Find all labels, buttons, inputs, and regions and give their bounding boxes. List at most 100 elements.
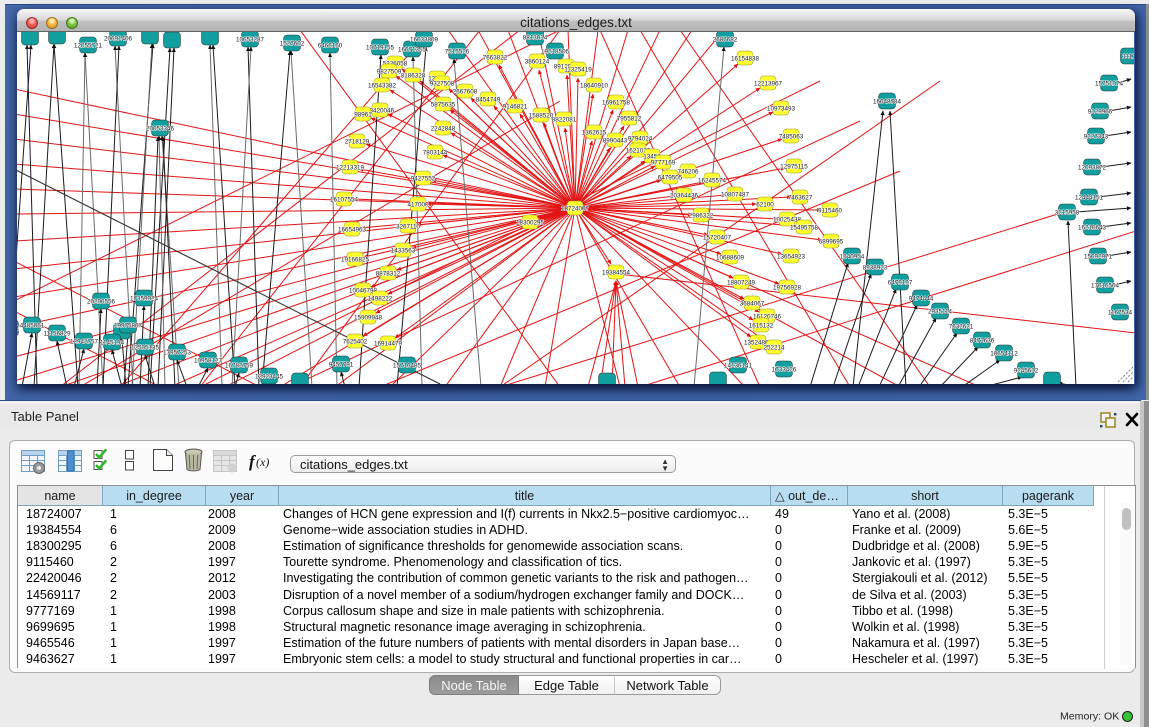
svg-text:9427552: 9427552 [411, 176, 436, 183]
svg-text:7463627: 7463627 [788, 195, 813, 202]
svg-text:16154838: 16154838 [731, 56, 760, 63]
svg-text:9245612: 9245612 [1014, 368, 1039, 375]
svg-text:10653287: 10653287 [236, 37, 265, 44]
svg-text:16671355: 16671355 [398, 47, 427, 54]
svg-text:8186328: 8186328 [401, 73, 426, 80]
svg-text:15909948: 15909948 [354, 315, 383, 322]
svg-text:10688609: 10688609 [716, 255, 745, 262]
svg-text:1433563: 1433563 [391, 248, 416, 255]
svg-text:1527602: 1527602 [280, 41, 305, 48]
svg-text:15751074: 15751074 [1095, 81, 1124, 88]
svg-text:8454749: 8454749 [476, 97, 501, 104]
svg-text:20206556: 20206556 [87, 299, 116, 306]
svg-text:8813014: 8813014 [523, 35, 548, 42]
svg-text:6466160: 6466160 [318, 43, 343, 50]
svg-text:1145194: 1145194 [100, 340, 125, 347]
svg-text:9129966: 9129966 [1088, 109, 1113, 116]
svg-text:10654112: 10654112 [990, 351, 1018, 358]
svg-text:98961: 98961 [354, 112, 372, 119]
svg-text:19384554: 19384554 [602, 270, 631, 277]
svg-text:3267110: 3267110 [396, 224, 421, 231]
svg-text:10973493: 10973493 [767, 106, 796, 113]
svg-text:5875635: 5875635 [431, 102, 456, 109]
svg-text:2687682: 2687682 [713, 37, 738, 44]
svg-text:12923445: 12923445 [255, 374, 284, 381]
svg-text:252214: 252214 [763, 345, 785, 352]
svg-text:7515526: 7515526 [445, 49, 470, 56]
svg-text:19218506: 19218506 [541, 49, 570, 56]
svg-text:(x): (x) [256, 455, 269, 469]
svg-text:6479197: 6479197 [888, 280, 913, 287]
svg-text:9457791: 9457791 [329, 362, 354, 369]
svg-text:12942757: 12942757 [70, 339, 99, 346]
svg-text:7625402: 7625402 [343, 339, 368, 346]
svg-text:13654923: 13654923 [777, 254, 806, 261]
svg-text:12975115: 12975115 [780, 164, 808, 171]
svg-text:17016504: 17016504 [1091, 283, 1120, 290]
svg-text:8990443: 8990443 [603, 138, 628, 145]
svg-text:20691406: 20691406 [104, 36, 133, 43]
svg-text:7485063: 7485063 [779, 134, 804, 141]
svg-text:3215958: 3215958 [1055, 210, 1080, 217]
svg-text:12055721: 12055721 [74, 43, 103, 50]
svg-text:9146821: 9146821 [503, 104, 528, 111]
svg-text:417000: 417000 [407, 202, 429, 209]
svg-text:12213319: 12213319 [336, 165, 365, 172]
svg-text:8938923: 8938923 [863, 265, 888, 272]
svg-text:9474444: 9474444 [909, 296, 934, 303]
svg-text:11325419: 11325419 [564, 67, 592, 74]
svg-text:9327508: 9327508 [430, 81, 455, 88]
svg-text:16914479: 16914479 [374, 341, 403, 348]
svg-text:16245574: 16245574 [698, 178, 727, 185]
svg-text:3860124: 3860124 [525, 59, 550, 66]
svg-text:19975867: 19975867 [114, 323, 143, 330]
svg-text:62100: 62100 [756, 202, 774, 209]
svg-text:18640910: 18640910 [580, 83, 609, 90]
svg-text:4485061: 4485061 [20, 323, 45, 330]
svg-text:9794024: 9794024 [628, 136, 653, 143]
svg-text:14136141: 14136141 [724, 363, 753, 370]
svg-text:15720407: 15720407 [703, 235, 732, 242]
svg-text:15716485: 15716485 [393, 363, 422, 370]
svg-text:2242848: 2242848 [431, 126, 456, 133]
svg-text:12093872: 12093872 [1078, 165, 1107, 172]
svg-text:10958127: 10958127 [194, 358, 223, 365]
svg-text:16648784: 16648784 [873, 99, 902, 106]
svg-text:8878312: 8878312 [376, 271, 401, 278]
svg-text:7663822: 7663822 [483, 55, 508, 62]
svg-text:9115460: 9115460 [818, 208, 843, 215]
svg-text:16543382: 16543382 [368, 83, 397, 90]
svg-text:1498222: 1498222 [368, 296, 393, 303]
svg-text:9777169: 9777169 [651, 160, 676, 167]
svg-text:20053346: 20053346 [146, 126, 175, 133]
svg-text:16033809: 16033809 [410, 37, 439, 44]
svg-text:19756928: 19756928 [773, 285, 802, 292]
svg-text:2667608: 2667608 [453, 89, 478, 96]
svg-text:1588520: 1588520 [529, 113, 554, 120]
svg-text:12505135: 12505135 [131, 345, 160, 352]
svg-text:1733426: 1733426 [772, 367, 797, 374]
svg-text:7632621: 7632621 [949, 324, 974, 331]
svg-text:1167534: 1167534 [1108, 310, 1133, 317]
svg-text:16107554: 16107554 [330, 197, 359, 204]
svg-text:20364436: 20364436 [670, 193, 699, 200]
svg-text:16210643: 16210643 [1078, 225, 1107, 232]
svg-text:9827509: 9827509 [377, 69, 402, 76]
svg-text:15692971: 15692971 [1084, 254, 1113, 261]
svg-text:19166825: 19166825 [341, 257, 370, 264]
svg-text:1640954: 1640954 [840, 254, 865, 261]
svg-text:12444151: 12444151 [1075, 195, 1104, 202]
svg-text:1117: 1117 [1122, 54, 1134, 61]
svg-text:16782759: 16782759 [225, 363, 254, 370]
svg-text:2935114: 2935114 [928, 309, 953, 316]
svg-text:18300295: 18300295 [516, 220, 545, 227]
svg-text:12213967: 12213967 [754, 81, 783, 88]
svg-text:9227343: 9227343 [1084, 134, 1109, 141]
svg-text:2986322: 2986322 [689, 213, 714, 220]
svg-text:6899695: 6899695 [819, 239, 844, 246]
svg-text:18807249: 18807249 [727, 280, 756, 287]
svg-text:10807487: 10807487 [721, 192, 750, 199]
svg-text:1615132: 1615132 [749, 323, 774, 330]
svg-text:8471636: 8471636 [970, 338, 995, 345]
svg-text:8822081: 8822081 [552, 117, 577, 124]
